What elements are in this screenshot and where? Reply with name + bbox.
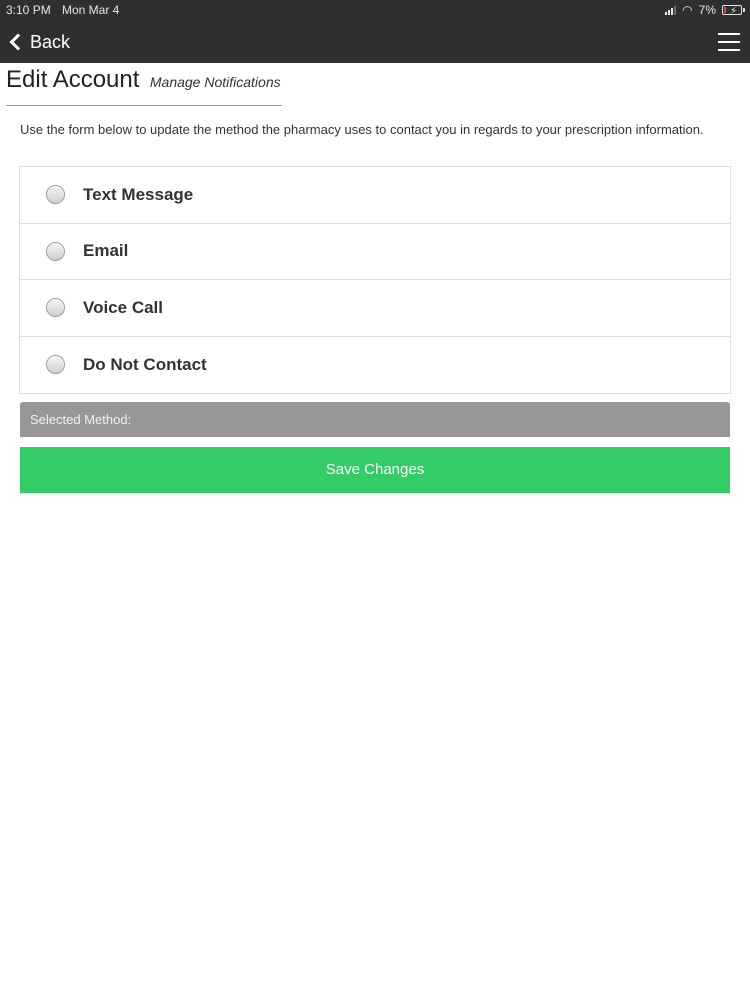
status-indicators: ◠ 7% ⚡ (665, 0, 745, 20)
option-label: Voice Call (83, 297, 163, 317)
page-title: Edit Account (6, 66, 140, 93)
nav-bar: Back (0, 20, 750, 63)
option-label: Email (83, 241, 129, 261)
status-time: 3:10 PM (6, 3, 51, 17)
hamburger-menu-icon[interactable] (718, 33, 740, 51)
selected-method-bar: Selected Method: (20, 402, 730, 437)
radio-button[interactable] (46, 355, 65, 375)
option-voice-call[interactable]: Voice Call (20, 280, 730, 337)
chevron-left-icon (9, 33, 27, 51)
option-label: Do Not Contact (83, 354, 207, 374)
wifi-icon: ◠ (682, 3, 693, 17)
battery-percentage: 7% (698, 3, 716, 17)
page-header: Edit Account Manage Notifications (6, 66, 282, 106)
option-text-message[interactable]: Text Message (20, 167, 730, 224)
contact-method-options: Text Message Email Voice Call Do Not Con… (19, 166, 731, 394)
cellular-signal-icon (665, 5, 677, 15)
option-email[interactable]: Email (20, 224, 730, 280)
status-bar: 3:10 PM Mon Mar 4 ◠ 7% ⚡ (0, 0, 750, 20)
radio-button[interactable] (46, 241, 65, 261)
save-changes-button[interactable]: Save Changes (20, 447, 730, 493)
radio-button[interactable] (46, 185, 65, 205)
status-date: Mon Mar 4 (62, 3, 120, 17)
battery-icon: ⚡ (722, 5, 745, 17)
option-do-not-contact[interactable]: Do Not Contact (20, 337, 730, 394)
back-button[interactable]: Back (8, 28, 70, 56)
back-label: Back (30, 32, 71, 52)
intro-text: Use the form below to update the method … (20, 122, 704, 137)
page-subtitle: Manage Notifications (149, 74, 281, 90)
option-label: Text Message (83, 184, 194, 204)
radio-button[interactable] (46, 298, 65, 318)
